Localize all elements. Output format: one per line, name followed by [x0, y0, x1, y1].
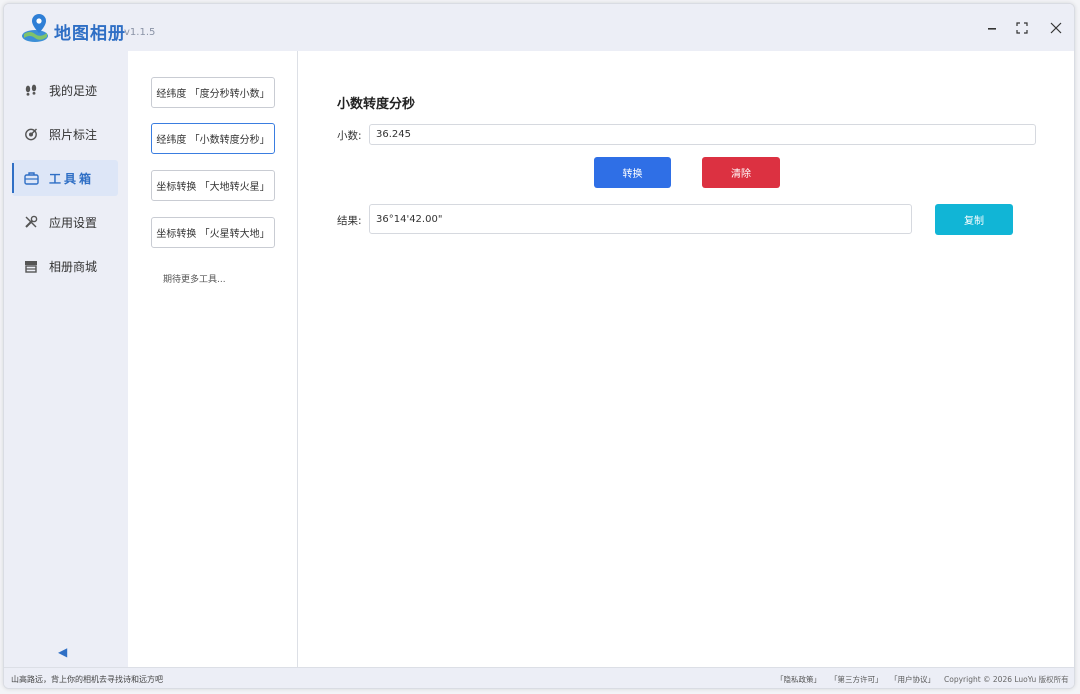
sidebar-item-label: 应用设置: [49, 215, 98, 230]
sidebar-item-label: 工具箱: [49, 171, 95, 186]
title-bar: 地图相册 v1.1.5: [4, 4, 1074, 51]
sidebar-item-label: 照片标注: [49, 127, 98, 142]
decimal-input-label: 小数:: [337, 130, 362, 142]
converter-panel: 小数转度分秒 小数: 36.245 转换 清除 结果: 36°14'42.00"…: [299, 51, 1074, 667]
sidebar-item-toolbox[interactable]: 工具箱: [12, 160, 118, 196]
decimal-input[interactable]: 36.245: [369, 124, 1036, 145]
sidebar-item-label: 相册商城: [49, 259, 98, 274]
privacy-policy-link[interactable]: 「隐私政策」: [776, 674, 821, 685]
close-button[interactable]: [1044, 16, 1068, 40]
app-window: 地图相册 v1.1.5 我的足迹 照片标注 工具箱 应用设置 相册商城 ◀ 经纬…: [3, 3, 1075, 689]
tool-list-panel: 经纬度 「度分秒转小数」 经纬度 「小数转度分秒」 坐标转换 「大地转火星」 坐…: [128, 51, 298, 667]
app-version: v1.1.5: [124, 27, 156, 38]
more-tools-text: 期待更多工具...: [163, 275, 226, 285]
minimize-button[interactable]: [980, 16, 1004, 40]
minimize-icon: [988, 28, 996, 30]
store-icon: [23, 258, 39, 274]
maximize-icon: [1016, 22, 1028, 34]
section-title: 小数转度分秒: [337, 97, 416, 112]
map-pin-logo-icon: [22, 14, 48, 42]
copy-button[interactable]: 复制: [935, 204, 1013, 235]
clear-button[interactable]: 清除: [702, 157, 780, 188]
close-icon: [1050, 22, 1062, 34]
user-agreement-link[interactable]: 「用户协议」: [890, 674, 935, 685]
sidebar-item-photo-tagging[interactable]: 照片标注: [12, 116, 118, 152]
wrench-icon: [23, 214, 39, 230]
result-field[interactable]: 36°14'42.00": [369, 204, 912, 234]
footprints-icon: [23, 82, 39, 98]
status-bar: 山高路远，背上你的相机去寻找诗和远方吧 「隐私政策」 「第三方许可」 「用户协议…: [4, 667, 1074, 688]
convert-button[interactable]: 转换: [594, 157, 671, 188]
copyright-text: Copyright © 2026 LuoYu 版权所有: [944, 675, 1069, 684]
app-title: 地图相册: [54, 24, 126, 44]
maximize-button[interactable]: [1010, 16, 1034, 40]
sidebar-item-label: 我的足迹: [49, 83, 98, 98]
target-icon: [23, 126, 39, 142]
toolbox-icon: [23, 170, 39, 186]
tool-decimal-to-dms[interactable]: 经纬度 「小数转度分秒」: [151, 123, 275, 154]
sidebar: 我的足迹 照片标注 工具箱 应用设置 相册商城 ◀: [4, 51, 128, 667]
tool-wgs84-to-gcj02[interactable]: 坐标转换 「大地转火星」: [151, 170, 275, 201]
tool-dms-to-decimal[interactable]: 经纬度 「度分秒转小数」: [151, 77, 275, 108]
status-slogan: 山高路远，背上你的相机去寻找诗和远方吧: [11, 675, 163, 684]
sidebar-item-settings[interactable]: 应用设置: [12, 204, 118, 240]
result-label: 结果:: [337, 215, 362, 227]
third-party-license-link[interactable]: 「第三方许可」: [830, 674, 883, 685]
sidebar-item-footprints[interactable]: 我的足迹: [12, 72, 118, 108]
sidebar-item-store[interactable]: 相册商城: [12, 248, 118, 284]
tool-gcj02-to-wgs84[interactable]: 坐标转换 「火星转大地」: [151, 217, 275, 248]
collapse-sidebar-icon[interactable]: ◀: [58, 645, 67, 659]
